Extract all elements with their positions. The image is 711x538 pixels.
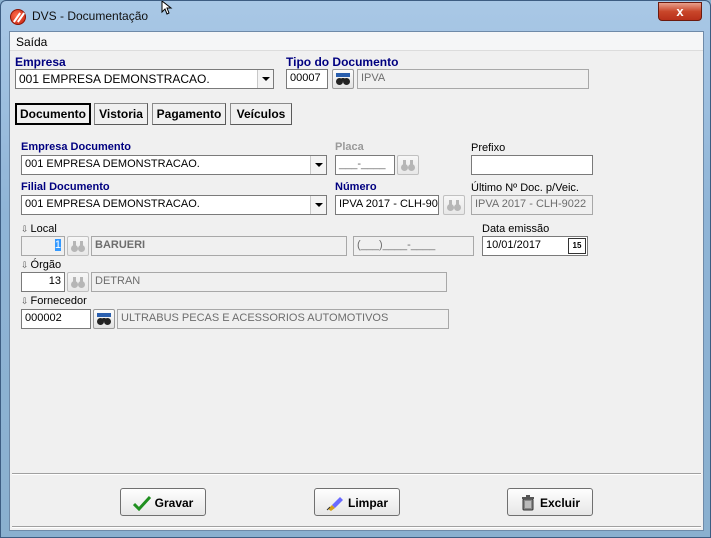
menu-bar: Saída	[10, 32, 703, 51]
empresa-documento-select[interactable]: 001 EMPRESA DEMONSTRACAO.	[21, 155, 327, 175]
window-title: DVS - Documentação	[32, 9, 149, 23]
fornecedor-name-field: ULTRABUS PECAS E ACESSORIOS AUTOMOTIVOS	[117, 309, 449, 329]
limpar-button[interactable]: Limpar	[314, 488, 400, 516]
tab-vistoria[interactable]: Vistoria	[94, 103, 148, 125]
binoculars-icon	[71, 241, 85, 252]
ultimo-doc-label: Último Nº Doc. p/Veic.	[471, 182, 579, 194]
prefixo-label: Prefixo	[471, 142, 506, 154]
mouse-cursor-icon	[161, 1, 173, 15]
tipo-documento-name-field: IPVA	[357, 69, 589, 89]
filial-documento-label: Filial Documento	[21, 181, 110, 193]
data-emissao-label: Data emissão	[482, 223, 550, 235]
gravar-label: Gravar	[154, 495, 194, 510]
local-code-value: 1	[54, 239, 61, 251]
close-window-button[interactable]: x	[658, 2, 702, 21]
placa-label: Placa	[335, 141, 364, 153]
numero-input[interactable]: IPVA 2017 - CLH-9022	[335, 195, 439, 215]
placa-input[interactable]: ___-____	[335, 155, 395, 175]
orgao-search-button[interactable]	[67, 272, 89, 292]
tab-vistoria-label: Vistoria	[99, 107, 143, 121]
chevron-down-icon[interactable]	[310, 156, 326, 174]
local-code-field[interactable]: 1	[21, 236, 65, 256]
fornecedor-search-button[interactable]	[93, 309, 115, 329]
limpar-label: Limpar	[347, 495, 388, 510]
separator	[12, 473, 701, 475]
empresa-documento-value: 001 EMPRESA DEMONSTRACAO.	[25, 158, 200, 170]
menu-item-saida[interactable]: Saída	[16, 35, 47, 49]
calendar-icon[interactable]: 15	[568, 238, 586, 254]
tipo-documento-code-input[interactable]: 00007	[286, 69, 328, 89]
numero-search-button[interactable]	[443, 195, 465, 215]
orgao-name-field: DETRAN	[91, 272, 447, 292]
app-logo-icon	[10, 9, 26, 25]
chevron-down-icon[interactable]	[310, 196, 326, 214]
placa-search-button[interactable]	[397, 155, 419, 175]
empresa-label: Empresa	[15, 55, 66, 69]
title-bar: DVS - Documentação x	[1, 1, 710, 31]
empresa-select[interactable]: 001 EMPRESA DEMONSTRACAO.	[15, 69, 274, 89]
fornecedor-code-input[interactable]: 000002	[21, 309, 91, 329]
numero-label: Número	[335, 181, 377, 193]
data-emissao-value: 10/01/2017	[486, 239, 542, 251]
excluir-button[interactable]: Excluir	[507, 488, 593, 516]
gravar-button[interactable]: Gravar	[120, 488, 206, 516]
tab-veiculos-label: Veículos	[236, 107, 286, 121]
client-area: Saída Empresa 001 EMPRESA DEMONSTRACAO. …	[9, 31, 704, 531]
app-window: DVS - Documentação x Saída Empresa 001 E…	[0, 0, 711, 538]
tab-documento[interactable]: Documento	[15, 103, 91, 125]
local-name-field: BARUERI	[91, 236, 347, 256]
local-label: Local	[21, 223, 57, 235]
binoculars-icon	[401, 160, 415, 171]
orgao-code-input[interactable]: 13	[21, 272, 65, 292]
binoculars-icon	[336, 73, 350, 85]
fornecedor-label: Fornecedor	[21, 295, 87, 307]
eraser-brush-icon	[326, 496, 343, 511]
excluir-label: Excluir	[539, 495, 581, 510]
prefixo-input[interactable]	[471, 155, 593, 175]
filial-documento-select[interactable]: 001 EMPRESA DEMONSTRACAO.	[21, 195, 327, 215]
orgao-label: Órgão	[21, 259, 62, 271]
filial-documento-value: 001 EMPRESA DEMONSTRACAO.	[25, 198, 200, 210]
binoculars-icon	[97, 313, 111, 325]
local-phone-field: (___)____-____	[353, 236, 474, 256]
checkmark-icon	[132, 495, 151, 511]
tipo-documento-label: Tipo do Documento	[286, 55, 399, 69]
chevron-down-icon[interactable]	[257, 70, 273, 88]
local-search-button[interactable]	[67, 236, 89, 256]
empresa-documento-label: Empresa Documento	[21, 141, 132, 153]
tipo-documento-search-button[interactable]	[332, 69, 354, 89]
tab-pagamento-label: Pagamento	[156, 107, 222, 121]
empresa-select-value: 001 EMPRESA DEMONSTRACAO.	[19, 72, 210, 86]
tab-documento-label: Documento	[20, 107, 86, 121]
trash-can-icon	[521, 494, 534, 511]
tab-pagamento[interactable]: Pagamento	[152, 103, 226, 125]
data-emissao-input[interactable]: 10/01/2017 15	[482, 236, 588, 256]
ultimo-doc-field: IPVA 2017 - CLH-9022	[471, 195, 593, 215]
separator	[12, 526, 701, 528]
binoculars-icon	[71, 277, 85, 288]
tab-veiculos[interactable]: Veículos	[230, 103, 292, 125]
binoculars-icon	[447, 200, 461, 211]
